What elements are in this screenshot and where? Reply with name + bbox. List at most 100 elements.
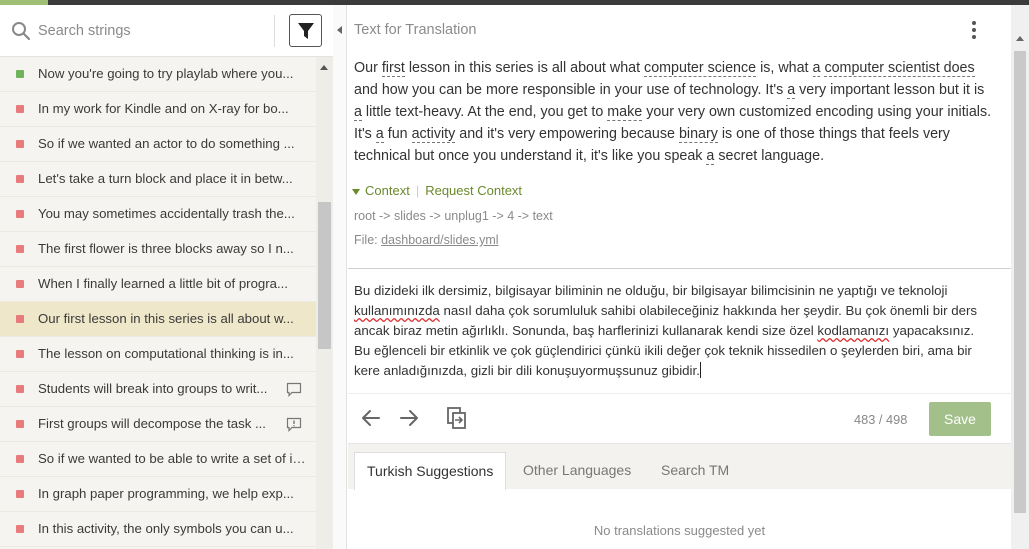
status-dot [16, 175, 24, 183]
page-scrollbar[interactable] [1011, 5, 1029, 549]
file-line: File: dashboard/slides.yml [354, 233, 499, 247]
context-row: Context | Request Context [352, 183, 522, 198]
context-toggle[interactable]: Context [365, 183, 410, 198]
list-item[interactable]: Now you're going to try playlab where yo… [0, 57, 316, 92]
list-item[interactable]: Our first lesson in this series is all a… [0, 302, 316, 337]
list-item[interactable]: Students will break into groups to writ.… [0, 372, 316, 407]
status-dot [16, 280, 24, 288]
search-input[interactable] [38, 19, 258, 43]
list-item-text: First groups will decompose the task ... [38, 416, 266, 431]
editor-title: Text for Translation [354, 22, 477, 38]
list-item-text: The first flower is three blocks away so… [38, 241, 294, 256]
list-item[interactable]: The lesson on computational thinking is … [0, 337, 316, 372]
status-dot [16, 315, 24, 323]
list-item[interactable]: First groups will decompose the task ... [0, 407, 316, 442]
list-item-text: In this activity, the only symbols you c… [38, 521, 294, 536]
status-dot [16, 245, 24, 253]
source-text: Our first lesson in this series is all a… [354, 57, 994, 167]
status-dot [16, 420, 24, 428]
file-link[interactable]: dashboard/slides.yml [381, 233, 498, 247]
glossary-term[interactable]: activity [411, 126, 456, 143]
search-bar [0, 5, 333, 57]
filter-icon [298, 23, 314, 39]
text-caret [699, 362, 701, 378]
copy-source-icon[interactable] [446, 407, 468, 429]
list-item-text: You may sometimes accidentally trash the… [38, 206, 295, 221]
list-item[interactable]: So if we wanted to be able to write a se… [0, 442, 316, 477]
misspelled-word: kodlamanızı [817, 323, 890, 338]
list-item[interactable]: When I finally learned a little bit of p… [0, 267, 316, 302]
scroll-up-arrow-icon[interactable] [1016, 36, 1024, 41]
suggestion-tabs: Turkish Suggestions Other Languages Sear… [348, 443, 1011, 490]
list-item-text: So if we wanted an actor to do something… [38, 136, 295, 151]
request-context-link[interactable]: Request Context [425, 183, 522, 198]
scroll-up-arrow-icon[interactable] [320, 65, 328, 70]
list-item[interactable]: In my work for Kindle and on X-ray for b… [0, 92, 316, 127]
list-item-text: Our first lesson in this series is all a… [38, 311, 294, 326]
status-dot [16, 70, 24, 78]
source-text-segment: little text-heavy. At the end, you get t… [361, 104, 608, 120]
source-text-segment: and how you can be more responsible in y… [354, 82, 788, 98]
status-dot [16, 385, 24, 393]
char-counter: 483 / 498 [854, 412, 908, 427]
glossary-term[interactable]: make [607, 104, 643, 121]
status-dot [16, 490, 24, 498]
glossary-term[interactable]: a [787, 82, 796, 99]
list-item-text: The lesson on computational thinking is … [38, 346, 294, 361]
list-item-text: When I finally learned a little bit of p… [38, 276, 288, 291]
source-text-segment: very important lesson but it is [795, 82, 985, 98]
list-item[interactable]: In this activity, the only symbols you c… [0, 512, 316, 547]
translation-input[interactable]: Bu dizideki ilk dersimiz, bilgisayar bil… [354, 281, 994, 381]
list-item-text: Let's take a turn block and place it in … [38, 171, 293, 186]
translation-panel: Text for Translation Our first lesson in… [348, 5, 1011, 549]
save-button[interactable]: Save [929, 402, 991, 436]
list-item[interactable]: In graph paper programming, we help exp.… [0, 477, 316, 512]
status-dot [16, 105, 24, 113]
list-item-text: So if we wanted to be able to write a se… [38, 451, 306, 466]
misspelled-word: kullanımınızda [354, 303, 440, 318]
glossary-term[interactable]: a [354, 104, 362, 121]
panel-splitter[interactable] [333, 5, 347, 549]
arrow-right-icon[interactable] [398, 407, 420, 429]
source-text-segment: is, what [756, 60, 813, 76]
status-dot [16, 455, 24, 463]
list-item-text: In graph paper programming, we help exp.… [38, 486, 294, 501]
page-scrollbar-thumb[interactable] [1014, 51, 1026, 513]
list-item[interactable]: You may sometimes accidentally trash the… [0, 197, 316, 232]
list-item[interactable]: Let's take a turn block and place it in … [0, 162, 316, 197]
source-text-segment: secret language. [714, 148, 825, 164]
tab-search-tm[interactable]: Search TM [649, 452, 741, 490]
search-separator [274, 15, 275, 47]
editor-header: Text for Translation [348, 5, 1011, 55]
strings-scrollbar[interactable] [316, 57, 333, 549]
source-text-segment: fun [383, 126, 412, 142]
glossary-term[interactable]: computer science [644, 60, 757, 77]
glossary-term[interactable]: binary [678, 126, 718, 143]
glossary-term[interactable]: computer scientist does [824, 60, 975, 77]
status-dot [16, 210, 24, 218]
more-options-icon[interactable] [969, 21, 979, 41]
tab-other-languages[interactable]: Other Languages [511, 452, 643, 490]
source-text-segment: lesson in this series is all about what [404, 60, 645, 76]
filter-button[interactable] [289, 14, 322, 47]
list-item-text: Students will break into groups to writ.… [38, 381, 268, 396]
list-item[interactable]: So if we wanted an actor to do something… [0, 127, 316, 162]
tab-turkish-suggestions[interactable]: Turkish Suggestions [354, 452, 507, 490]
comment-alert-icon [286, 417, 302, 432]
status-dot [16, 140, 24, 148]
list-item-text: In my work for Kindle and on X-ray for b… [38, 101, 289, 116]
translation-segment: Bu dizideki ilk dersimiz, bilgisayar bil… [354, 283, 948, 298]
scrollbar-thumb[interactable] [318, 202, 331, 349]
search-icon [12, 22, 31, 41]
key-path: root -> slides -> unplug1 -> 4 -> text [354, 209, 553, 223]
caret-down-icon[interactable] [352, 188, 360, 195]
source-text-segment: Our [354, 60, 382, 76]
no-suggestions-message: No translations suggested yet [593, 523, 766, 538]
collapse-left-arrow-icon[interactable] [337, 26, 342, 34]
arrow-left-icon[interactable] [360, 407, 382, 429]
glossary-term[interactable]: a [375, 126, 384, 143]
editor-divider [348, 268, 1011, 269]
file-label: File: [354, 233, 382, 247]
list-item[interactable]: The first flower is three blocks away so… [0, 232, 316, 267]
glossary-term[interactable]: first [381, 60, 405, 77]
